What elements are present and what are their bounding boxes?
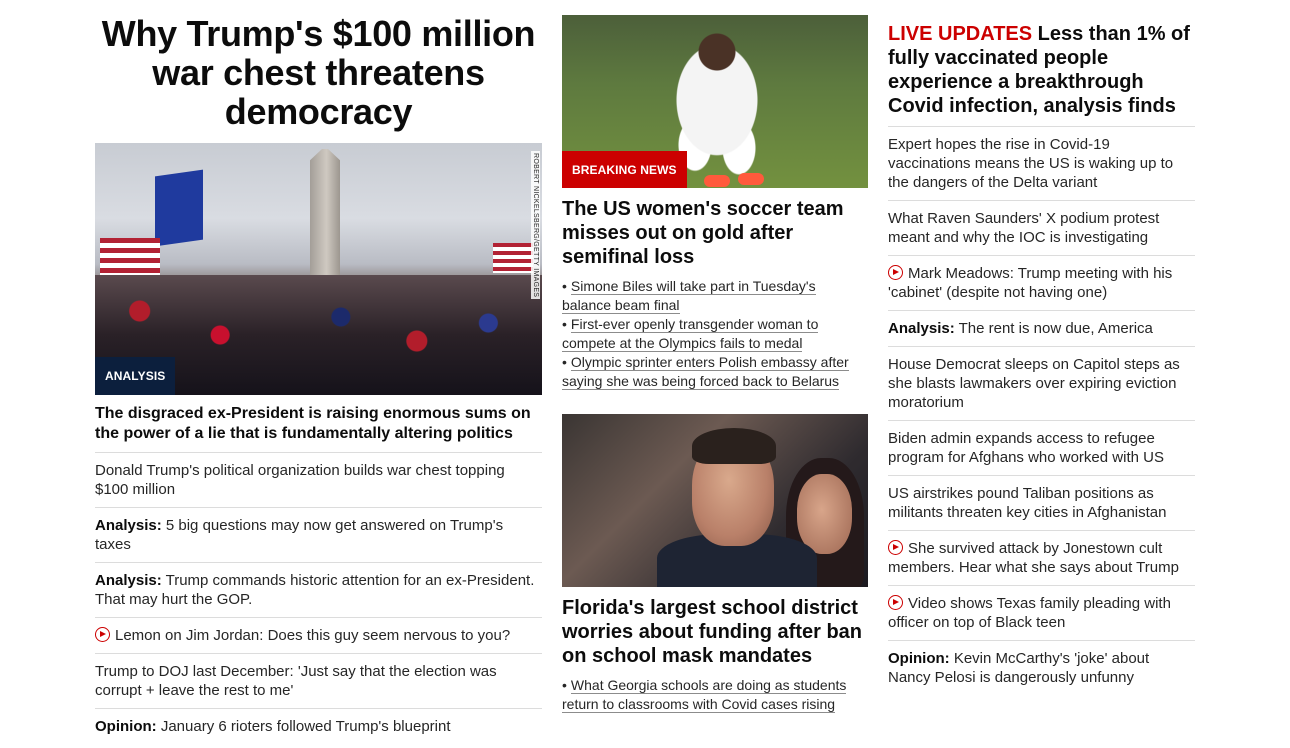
related-link-item[interactable]: • What Georgia schools are doing as stude…: [562, 676, 868, 714]
item-text: Donald Trump's political organization bu…: [95, 462, 505, 498]
shoe: [738, 173, 764, 185]
headline-list-item[interactable]: Opinion: Kevin McCarthy's 'joke' about N…: [888, 641, 1195, 695]
headline-list-item[interactable]: Biden admin expands access to refugee pr…: [888, 421, 1195, 476]
headline-list-item[interactable]: Analysis: Trump commands historic attent…: [95, 563, 542, 618]
related-link-text: What Georgia schools are doing as studen…: [562, 677, 847, 713]
item-text: Biden admin expands access to refugee pr…: [888, 430, 1164, 466]
item-text: What Raven Saunders' X podium protest me…: [888, 210, 1160, 246]
item-text: Lemon on Jim Jordan: Does this guy seem …: [115, 627, 511, 644]
desantis-photo[interactable]: [562, 414, 868, 587]
lead-summary-link[interactable]: The disgraced ex-President is raising en…: [95, 404, 542, 453]
play-video-icon: [95, 627, 110, 642]
headline-list-item[interactable]: Analysis: The rent is now due, America: [888, 311, 1195, 347]
headline-list-item[interactable]: Trump to DOJ last December: 'Just say th…: [95, 654, 542, 709]
related-link-text: Olympic sprinter enters Polish embassy a…: [562, 354, 849, 390]
headline-list-item[interactable]: Analysis: 5 big questions may now get an…: [95, 508, 542, 563]
live-updates-headline-link[interactable]: LIVE UPDATES Less than 1% of fully vacci…: [888, 22, 1195, 127]
item-text: Trump to DOJ last December: 'Just say th…: [95, 663, 497, 699]
middle-column: BREAKING NEWS The US women's soccer team…: [562, 0, 868, 714]
headline-list-item[interactable]: Expert hopes the rise in Covid-19 vaccin…: [888, 127, 1195, 201]
analysis-badge: ANALYSIS: [95, 357, 176, 395]
related-link-item[interactable]: • Simone Biles will take part in Tuesday'…: [562, 277, 868, 315]
bullet-dot: •: [562, 677, 567, 693]
headline-list-item[interactable]: Mark Meadows: Trump meeting with his 'ca…: [888, 256, 1195, 311]
related-link-item[interactable]: • First-ever openly transgender woman to …: [562, 315, 868, 353]
bullet-dot: •: [562, 354, 567, 370]
flag-right: [493, 243, 533, 273]
item-text: House Democrat sleeps on Capitol steps a…: [888, 356, 1180, 411]
right-column: LIVE UPDATES Less than 1% of fully vacci…: [888, 0, 1195, 695]
soccer-related-links: • Simone Biles will take part in Tuesday'…: [562, 277, 868, 391]
breaking-news-badge: BREAKING NEWS: [562, 151, 687, 188]
woman-face: [797, 474, 852, 554]
item-text: Video shows Texas family pleading with o…: [888, 595, 1171, 631]
headline-list-item[interactable]: What Raven Saunders' X podium protest me…: [888, 201, 1195, 256]
flag-blue: [155, 169, 203, 247]
related-link-text: Simone Biles will take part in Tuesday's…: [562, 278, 816, 314]
washington-monument: [310, 149, 340, 289]
item-text: Mark Meadows: Trump meeting with his 'ca…: [888, 265, 1173, 301]
item-text: January 6 rioters followed Trump's bluep…: [160, 718, 451, 735]
headline-list-item[interactable]: House Democrat sleeps on Capitol steps a…: [888, 347, 1195, 421]
play-video-icon: [888, 595, 903, 610]
florida-headline-link[interactable]: Florida's largest school district worrie…: [562, 596, 868, 668]
item-label: Opinion:: [888, 650, 950, 667]
headline-list-item[interactable]: She survived attack by Jonestown cult me…: [888, 531, 1195, 586]
shoe: [704, 175, 730, 187]
soccer-photo[interactable]: BREAKING NEWS: [562, 15, 868, 188]
left-headline-list: Donald Trump's political organization bu…: [95, 453, 542, 744]
headline-list-item[interactable]: Lemon on Jim Jordan: Does this guy seem …: [95, 618, 542, 654]
headline-list-item[interactable]: Opinion: January 6 rioters followed Trum…: [95, 709, 542, 744]
item-text: She survived attack by Jonestown cult me…: [888, 540, 1179, 576]
right-headline-list: Expert hopes the rise in Covid-19 vaccin…: [888, 127, 1195, 695]
flag-us: [100, 238, 160, 278]
related-link-text: First-ever openly transgender woman to c…: [562, 316, 819, 352]
headline-list-item[interactable]: Video shows Texas family pleading with o…: [888, 586, 1195, 641]
top-story-column: Why Trump's $100 million war chest threa…: [95, 0, 542, 744]
related-link-item[interactable]: • Olympic sprinter enters Polish embassy …: [562, 353, 868, 391]
item-text: Expert hopes the rise in Covid-19 vaccin…: [888, 136, 1174, 191]
item-label: Analysis:: [95, 572, 162, 589]
soccer-headline-link[interactable]: The US women's soccer team misses out on…: [562, 197, 868, 269]
play-video-icon: [888, 540, 903, 555]
bullet-dot: •: [562, 316, 567, 332]
rally-photo[interactable]: ROBERT NICKELSBERG/GETTY IMAGES ANALYSIS: [95, 143, 542, 395]
headline-list-item[interactable]: US airstrikes pound Taliban positions as…: [888, 476, 1195, 531]
item-text: The rent is now due, America: [958, 320, 1153, 337]
item-text: US airstrikes pound Taliban positions as…: [888, 485, 1167, 521]
item-label: Opinion:: [95, 718, 157, 735]
photo-credit: ROBERT NICKELSBERG/GETTY IMAGES: [531, 151, 540, 300]
headline-list-item[interactable]: Donald Trump's political organization bu…: [95, 453, 542, 508]
bullet-dot: •: [562, 278, 567, 294]
hero-headline[interactable]: Why Trump's $100 million war chest threa…: [95, 14, 542, 131]
play-video-icon: [888, 265, 903, 280]
man-hair: [692, 428, 776, 464]
item-label: Analysis:: [888, 320, 955, 337]
item-label: Analysis:: [95, 517, 162, 534]
florida-related-links: • What Georgia schools are doing as stude…: [562, 676, 868, 714]
live-updates-tag: LIVE UPDATES: [888, 23, 1033, 45]
